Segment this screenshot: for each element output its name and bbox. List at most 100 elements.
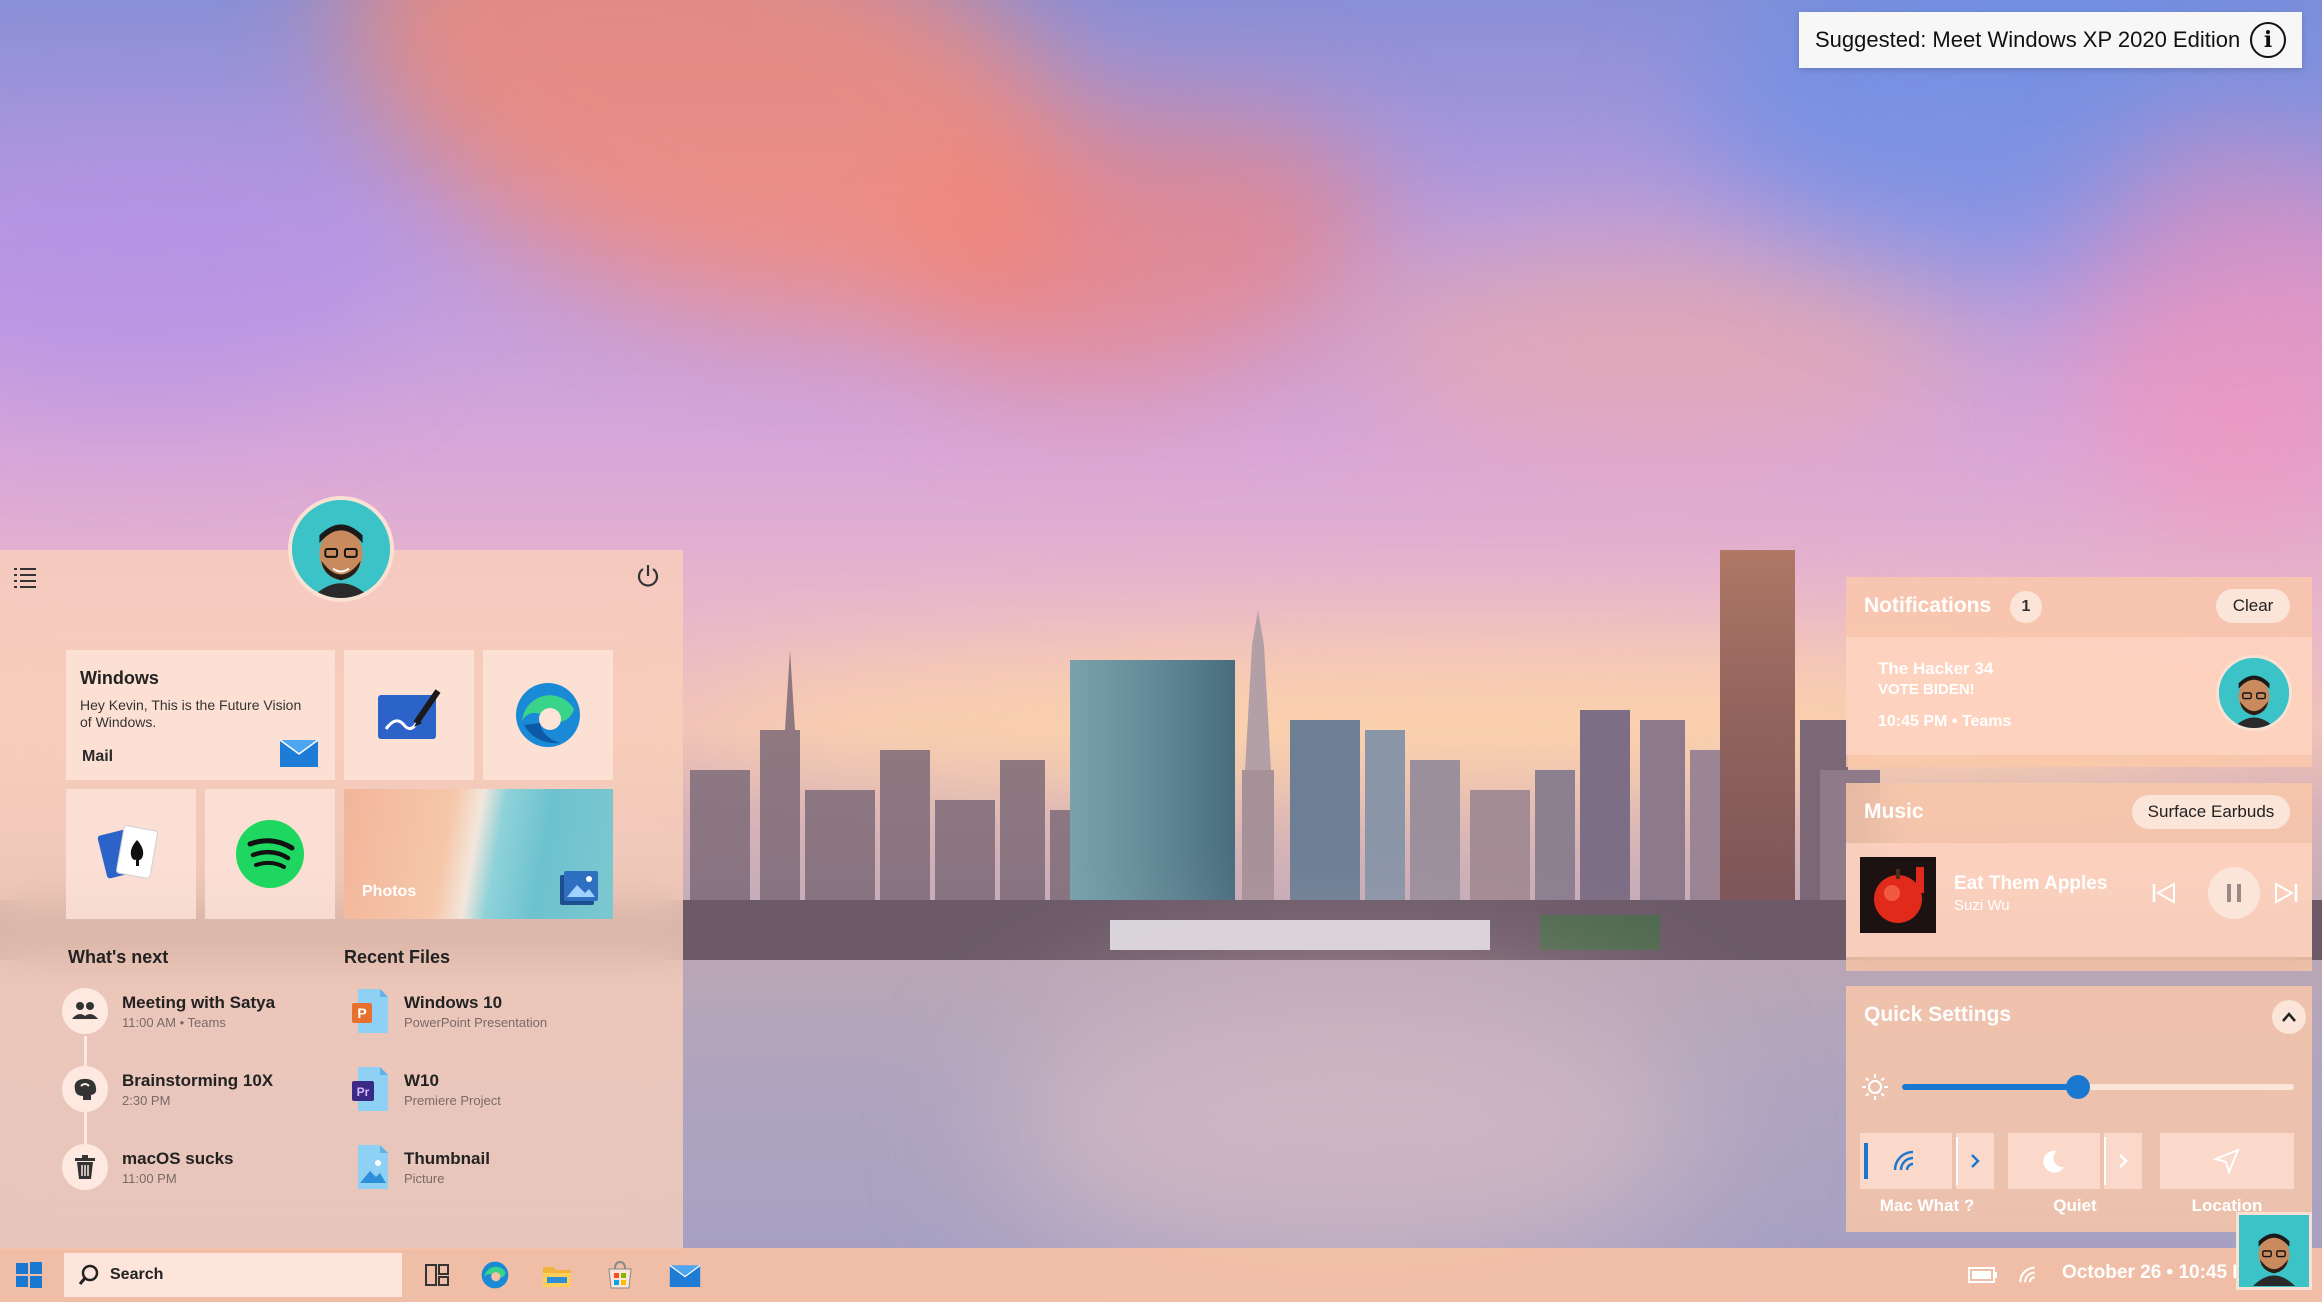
power-icon[interactable] — [634, 562, 662, 590]
agenda-item[interactable]: Meeting with Satya 11:00 AM • Teams — [62, 986, 322, 1036]
network-indicator[interactable] — [2012, 1258, 2046, 1292]
brightness-slider-fill — [1902, 1084, 2079, 1090]
album-art — [1860, 857, 1936, 933]
battery-indicator[interactable] — [1966, 1258, 2000, 1292]
start-button[interactable] — [12, 1258, 46, 1292]
apple-album-art-icon — [1860, 857, 1936, 933]
suggestion-text: Suggested: Meet Windows XP 2020 Edition — [1815, 27, 2241, 52]
chevron-right-icon — [2119, 1154, 2128, 1168]
solitaire-tile[interactable] — [66, 789, 196, 919]
agenda-item-title: macOS sucks — [122, 1148, 234, 1168]
previous-track-icon — [2152, 882, 2175, 904]
notification-count-badge: 1 — [2010, 591, 2042, 623]
quiet-hours-label: Quiet — [2053, 1196, 2097, 1215]
notification-sender-avatar — [2216, 655, 2292, 731]
notification-card[interactable]: The Hacker 34 VOTE BIDEN! 10:45 PM • Tea… — [1846, 637, 2312, 755]
next-track-icon — [2275, 882, 2298, 904]
memoji-avatar-icon — [2239, 1216, 2309, 1286]
premiere-file-icon: Pr — [352, 1067, 388, 1111]
taskbar-edge-button[interactable] — [478, 1258, 512, 1292]
recent-file-name: Thumbnail — [404, 1148, 490, 1168]
mail-tile[interactable]: Windows Hey Kevin, This is the Future Vi… — [66, 650, 335, 780]
store-bag-icon — [608, 1260, 632, 1289]
whiteboard-icon — [378, 689, 441, 739]
whiteboard-tile[interactable] — [344, 650, 474, 780]
task-view-button[interactable] — [420, 1258, 454, 1292]
agenda-item[interactable]: macOS sucks 11:00 PM — [62, 1142, 322, 1192]
quiet-hours-toggle-button[interactable] — [2008, 1133, 2100, 1189]
search-icon — [78, 1264, 99, 1285]
microsoft-store-button[interactable] — [603, 1258, 637, 1292]
edge-browser-icon — [516, 683, 580, 747]
battery-icon — [1968, 1267, 1997, 1283]
wifi-toggle-button[interactable] — [1860, 1133, 1952, 1189]
recent-file-item[interactable]: P Windows 10 PowerPoint Presentation — [350, 986, 640, 1036]
location-icon — [2213, 1148, 2240, 1175]
people-icon — [62, 988, 108, 1034]
mail-tile-preview: Hey Kevin, This is the Future Vision of … — [80, 697, 302, 730]
notification-message: VOTE BIDEN! — [1878, 681, 1975, 698]
spotify-tile[interactable] — [205, 789, 335, 919]
brightness-slider[interactable] — [1902, 1075, 2294, 1099]
wifi-network-label: Mac What ? — [1879, 1196, 1975, 1215]
clear-notifications-button[interactable]: Clear — [2216, 589, 2290, 623]
mail-tile-title: Windows — [80, 668, 159, 688]
notifications-heading: Notifications — [1864, 594, 1992, 617]
taskbar-search-box[interactable]: Search — [64, 1253, 402, 1297]
suggestion-banner[interactable]: Suggested: Meet Windows XP 2020 Edition … — [1799, 12, 2302, 68]
quick-settings-heading: Quick Settings — [1864, 1003, 2012, 1026]
file-explorer-button[interactable] — [540, 1258, 574, 1292]
recent-file-type: Picture — [404, 1170, 445, 1186]
info-icon[interactable]: i — [2250, 22, 2286, 58]
picture-file-icon — [358, 1145, 388, 1189]
song-title: Eat Them Apples — [1954, 873, 2108, 894]
memoji-avatar-icon — [2219, 658, 2289, 728]
song-artist: Suzi Wu — [1954, 897, 2010, 914]
search-placeholder: Search — [110, 1266, 164, 1283]
solitaire-cards-icon — [97, 825, 158, 879]
brightness-slider-thumb[interactable] — [2066, 1075, 2091, 1099]
edge-browser-icon — [481, 1261, 509, 1289]
brain-icon — [62, 1066, 108, 1112]
windows-logo-icon — [16, 1262, 42, 1288]
mail-tile-app-name: Mail — [82, 748, 114, 765]
previous-track-button[interactable] — [2146, 875, 2182, 911]
taskbar-clock[interactable]: October 26 • 10:45 PM — [2062, 1262, 2261, 1284]
photos-tile[interactable]: Photos — [344, 789, 613, 919]
location-toggle-button[interactable] — [2160, 1133, 2294, 1189]
folder-icon — [543, 1267, 571, 1287]
trash-icon — [62, 1144, 108, 1190]
agenda-item[interactable]: Brainstorming 10X 2:30 PM — [62, 1064, 322, 1114]
all-apps-list-icon[interactable] — [12, 565, 38, 591]
recent-file-item[interactable]: Pr W10 Premiere Project — [350, 1064, 640, 1114]
notification-time: 10:45 PM • Teams — [1878, 713, 2012, 730]
quiet-hours-options-button[interactable] — [2104, 1133, 2142, 1189]
wifi-icon — [2019, 1266, 2035, 1283]
edge-tile[interactable] — [483, 650, 613, 780]
wifi-options-button[interactable] — [1956, 1133, 1994, 1189]
audio-device-button[interactable]: Surface Earbuds — [2132, 795, 2290, 829]
svg-text:P: P — [357, 1005, 366, 1021]
agenda-item-time: 11:00 PM — [122, 1170, 177, 1186]
agenda-item-time: 11:00 AM • Teams — [122, 1014, 226, 1030]
agenda-item-title: Brainstorming 10X — [122, 1070, 274, 1090]
taskbar-mail-button[interactable] — [668, 1258, 702, 1292]
recent-file-name: Windows 10 — [404, 992, 503, 1012]
agenda-item-title: Meeting with Satya — [122, 992, 276, 1012]
notifications-panel: Notifications 1 Clear The Hacker 34 VOTE… — [1846, 577, 2312, 767]
pause-button[interactable] — [2208, 867, 2260, 919]
user-avatar[interactable] — [288, 496, 394, 602]
next-track-button[interactable] — [2268, 875, 2304, 911]
chevron-up-icon — [2282, 1012, 2296, 1022]
recent-file-name: W10 — [404, 1070, 439, 1090]
chevron-right-icon — [1971, 1154, 1980, 1168]
taskbar: Search October 26 • 10:45 PM — [0, 1248, 2322, 1302]
recent-files-heading: Recent Files — [344, 947, 451, 967]
taskbar-user-avatar[interactable] — [2236, 1212, 2312, 1290]
collapse-quick-settings-button[interactable] — [2272, 1000, 2306, 1034]
powerpoint-file-icon: P — [352, 989, 388, 1033]
wifi-icon — [1893, 1150, 1914, 1171]
recent-file-item[interactable]: Thumbnail Picture — [350, 1142, 640, 1192]
brightness-icon — [1862, 1074, 1888, 1100]
now-playing-card: Eat Them Apples Suzi Wu — [1846, 843, 2312, 957]
